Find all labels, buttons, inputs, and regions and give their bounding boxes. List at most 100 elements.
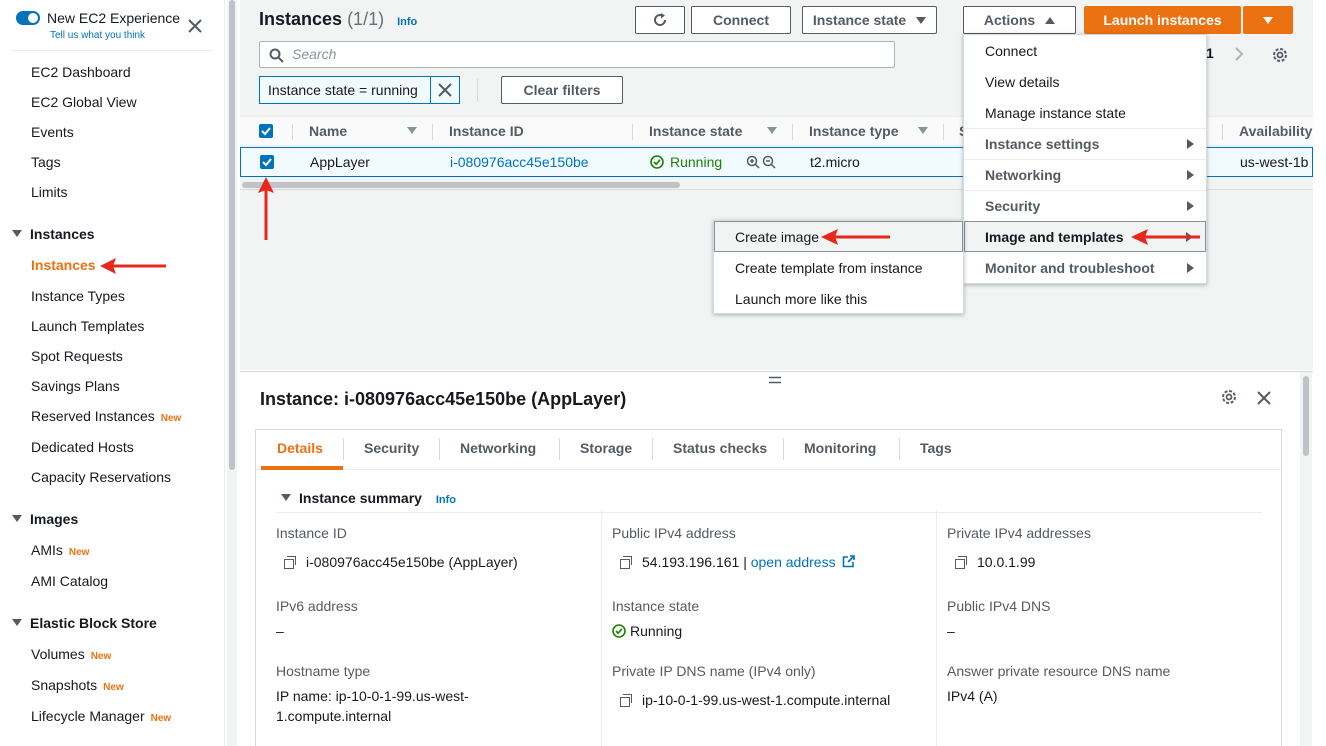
ipv6-value: – xyxy=(276,623,284,639)
menu-instance-settings[interactable]: Instance settings xyxy=(964,128,1206,159)
nav-launch-templates[interactable]: Launch Templates xyxy=(31,318,144,334)
info-link[interactable]: Info xyxy=(436,494,456,506)
info-link[interactable]: Info xyxy=(397,16,417,28)
close-icon[interactable] xyxy=(188,19,202,33)
connect-button[interactable]: Connect xyxy=(691,6,791,34)
refresh-button[interactable] xyxy=(635,6,685,34)
detail-scrollbar[interactable] xyxy=(1300,372,1312,746)
gear-icon[interactable] xyxy=(1271,46,1289,64)
remove-filter-button[interactable] xyxy=(431,77,459,103)
column-name[interactable]: Name xyxy=(309,123,347,139)
experience-title: New EC2 Experience xyxy=(47,10,181,26)
nav-events[interactable]: Events xyxy=(31,124,74,140)
instance-state-value: Running xyxy=(612,623,682,639)
scroll-thumb[interactable] xyxy=(1303,376,1309,456)
new-badge: New xyxy=(103,682,124,693)
search-input[interactable] xyxy=(292,46,882,62)
column-availability-zone[interactable]: Availability xyxy=(1239,123,1312,139)
nav-ec2-global-view[interactable]: EC2 Global View xyxy=(31,94,137,110)
new-badge: New xyxy=(150,713,172,724)
divider xyxy=(12,50,212,51)
select-all-checkbox[interactable] xyxy=(259,124,273,138)
column-instance-state[interactable]: Instance state xyxy=(649,123,742,139)
instance-state-button[interactable]: Instance state xyxy=(802,6,937,34)
sort-icon[interactable] xyxy=(918,127,928,134)
column-instance-id[interactable]: Instance ID xyxy=(449,123,524,139)
nav-amis[interactable]: AMIs New xyxy=(31,542,89,558)
page-number[interactable]: 1 xyxy=(1206,45,1214,61)
launch-instances-button[interactable]: Launch instances xyxy=(1084,6,1241,34)
close-icon[interactable] xyxy=(1257,391,1271,405)
detail-tabs: Details Security Networking Storage Stat… xyxy=(255,429,1282,746)
zoom-out-icon[interactable] xyxy=(762,155,776,169)
tab-tags[interactable]: Tags xyxy=(920,440,952,456)
nav-tags[interactable]: Tags xyxy=(31,154,61,170)
row-checkbox[interactable] xyxy=(260,155,274,169)
new-badge: New xyxy=(90,651,112,662)
section-instances[interactable]: Instances xyxy=(12,226,95,242)
column-instance-type[interactable]: Instance type xyxy=(809,123,898,139)
copy-icon[interactable] xyxy=(620,694,632,707)
nav-spot-requests[interactable]: Spot Requests xyxy=(31,348,123,364)
scroll-thumb[interactable] xyxy=(242,182,680,188)
menu-connect[interactable]: Connect xyxy=(964,35,1206,66)
tab-monitoring[interactable]: Monitoring xyxy=(804,440,876,456)
public-ipv4-value: 54.193.196.161 | open address xyxy=(620,554,856,570)
divider xyxy=(559,438,560,460)
answer-dns-label: Answer private resource DNS name xyxy=(947,663,1171,679)
launch-dropdown-button[interactable] xyxy=(1243,6,1293,34)
feedback-link[interactable]: Tell us what you think xyxy=(50,30,145,41)
open-address-link[interactable]: open address xyxy=(751,554,836,570)
success-icon xyxy=(612,624,626,638)
menu-security[interactable]: Security xyxy=(964,190,1206,221)
nav-ec2-dashboard[interactable]: EC2 Dashboard xyxy=(31,64,131,80)
sort-icon[interactable] xyxy=(767,127,777,134)
new-experience-toggle[interactable] xyxy=(16,11,40,25)
nav-snapshots[interactable]: Snapshots New xyxy=(31,677,124,693)
nav-instances[interactable]: Instances xyxy=(31,257,96,273)
menu-manage-instance-state[interactable]: Manage instance state xyxy=(964,97,1206,128)
nav-volumes[interactable]: Volumes New xyxy=(31,646,111,662)
sidebar-scrollbar[interactable] xyxy=(227,0,237,746)
menu-launch-more-like-this[interactable]: Launch more like this xyxy=(714,283,963,314)
column-divider xyxy=(632,124,633,140)
menu-view-details[interactable]: View details xyxy=(964,66,1206,97)
clear-filters-button[interactable]: Clear filters xyxy=(501,76,623,104)
scroll-thumb[interactable] xyxy=(229,0,235,470)
nav-capacity-reservations[interactable]: Capacity Reservations xyxy=(31,469,171,485)
close-icon xyxy=(438,83,452,97)
menu-monitor-and-troubleshoot[interactable]: Monitor and troubleshoot xyxy=(964,252,1206,283)
chevron-right-icon[interactable] xyxy=(1234,46,1244,62)
gear-icon[interactable] xyxy=(1220,388,1238,406)
menu-create-template[interactable]: Create template from instance xyxy=(714,252,963,283)
tab-storage[interactable]: Storage xyxy=(580,440,632,456)
column-divider xyxy=(432,124,433,140)
tab-details[interactable]: Details xyxy=(277,440,323,456)
tab-security[interactable]: Security xyxy=(364,440,419,456)
tab-status-checks[interactable]: Status checks xyxy=(673,440,767,456)
nav-ami-catalog[interactable]: AMI Catalog xyxy=(31,573,108,589)
nav-instance-types[interactable]: Instance Types xyxy=(31,288,125,304)
nav-dedicated-hosts[interactable]: Dedicated Hosts xyxy=(31,439,134,455)
search-bar[interactable] xyxy=(259,41,895,68)
sort-icon[interactable] xyxy=(407,127,417,134)
resize-handle-icon[interactable] xyxy=(769,376,781,384)
actions-button[interactable]: Actions xyxy=(963,6,1076,34)
menu-networking[interactable]: Networking xyxy=(964,159,1206,190)
section-images[interactable]: Images xyxy=(12,511,78,527)
nav-lifecycle-manager[interactable]: Lifecycle Manager New xyxy=(31,708,171,724)
nav-savings-plans[interactable]: Savings Plans xyxy=(31,378,120,394)
external-link-icon[interactable] xyxy=(842,555,856,568)
nav-limits[interactable]: Limits xyxy=(31,184,68,200)
divider xyxy=(343,438,344,460)
copy-icon[interactable] xyxy=(284,556,296,569)
instance-summary-header[interactable]: Instance summary Info xyxy=(281,490,456,506)
copy-icon[interactable] xyxy=(955,556,967,569)
copy-icon[interactable] xyxy=(620,556,632,569)
zoom-in-icon[interactable] xyxy=(746,155,760,169)
instance-id-link[interactable]: i-080976acc45e150be xyxy=(450,154,589,170)
tab-networking[interactable]: Networking xyxy=(460,440,536,456)
section-ebs[interactable]: Elastic Block Store xyxy=(12,615,157,631)
nav-reserved-instances[interactable]: Reserved Instances New xyxy=(31,408,181,424)
main-content: Instances (1/1) Info Connect Instance st… xyxy=(240,0,1326,746)
